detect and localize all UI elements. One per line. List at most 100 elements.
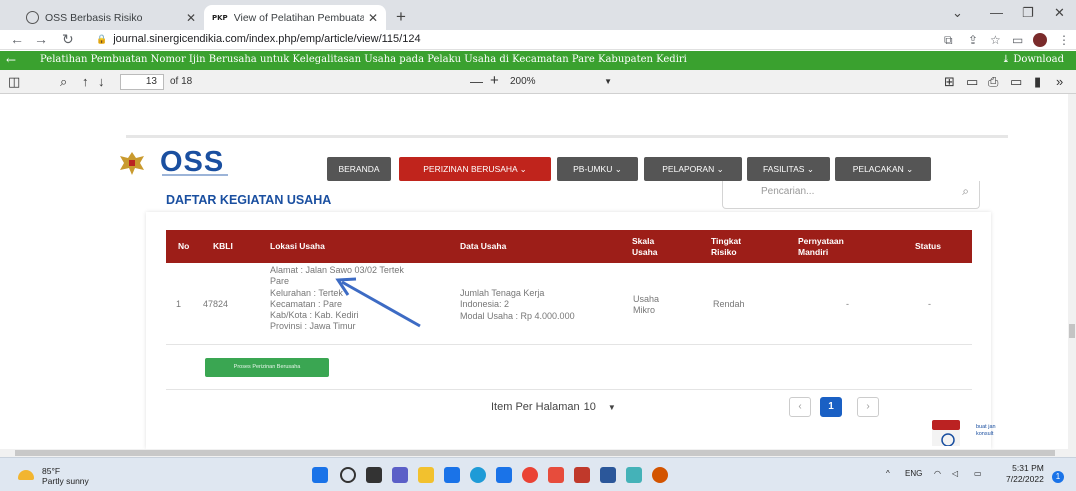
window-close-icon[interactable]: ✕ <box>1054 5 1065 21</box>
volume-icon[interactable]: ◁ <box>952 469 958 478</box>
col-skala-usaha: Skala Usaha <box>632 235 658 257</box>
chat-line: buat jan <box>976 424 996 430</box>
prev-page-button[interactable]: ‹ <box>789 397 811 417</box>
partly-sunny-icon <box>18 470 34 480</box>
vertical-scrollbar[interactable] <box>1068 94 1076 449</box>
horizontal-scrollbar[interactable] <box>0 449 1076 457</box>
nav-beranda[interactable]: BERANDA <box>327 157 391 181</box>
weather-widget[interactable]: 85°F Partly sunny <box>18 466 89 486</box>
restore-icon[interactable]: ❐ <box>1022 5 1034 21</box>
table-row: 1 47824 Alamat : Jalan Sawo 03/02 Tertek… <box>166 263 972 345</box>
search-input[interactable]: Pencarian... ⌕ <box>722 181 980 209</box>
back-arrow-icon[interactable]: ← <box>6 53 16 67</box>
wifi-icon[interactable]: ◠ <box>934 469 941 478</box>
chevron-down-icon: ⌄ <box>716 164 724 174</box>
nav-label: BERANDA <box>338 164 380 174</box>
temperature: 85°F <box>42 466 61 476</box>
mail-icon[interactable] <box>444 467 460 483</box>
store-icon[interactable] <box>496 467 512 483</box>
edge-icon[interactable] <box>470 467 486 483</box>
zoom-in-icon[interactable]: + <box>490 72 499 89</box>
avatar[interactable] <box>1033 33 1047 47</box>
zoom-select[interactable]: 200% ▼ <box>510 74 620 90</box>
word-icon[interactable] <box>600 467 616 483</box>
language-indicator[interactable]: ENG <box>905 469 922 478</box>
chevron-down-icon[interactable]: ⌄ <box>952 5 963 21</box>
search-icon[interactable] <box>340 467 356 483</box>
presentation-icon[interactable]: ⊞ <box>944 74 955 90</box>
minimize-icon[interactable]: — <box>990 5 1003 20</box>
save-icon[interactable]: ▭ <box>1010 74 1022 90</box>
download-link[interactable]: ⤓ Download <box>1002 54 1064 65</box>
office-icon[interactable] <box>548 467 564 483</box>
chat-widget-label[interactable]: buat jan konsult <box>976 424 996 438</box>
zoom-out-icon[interactable]: — <box>470 74 483 89</box>
bookmark-icon[interactable]: ▮ <box>1034 74 1041 90</box>
scroll-thumb[interactable] <box>1069 324 1075 338</box>
chat-line: konsult <box>976 431 994 437</box>
translate-icon[interactable]: ⧉ <box>944 33 953 48</box>
more-tools-icon[interactable]: » <box>1056 74 1063 89</box>
open-file-icon[interactable]: ▭ <box>966 74 978 90</box>
page-number-input[interactable]: 13 <box>120 74 164 90</box>
chrome-icon[interactable] <box>522 467 538 483</box>
forward-icon[interactable]: → <box>34 31 48 47</box>
windows-start-icon[interactable] <box>312 467 328 483</box>
proses-perizinan-button[interactable]: Proses Perizinan Berusaha <box>205 358 329 377</box>
per-page-value: 10 <box>583 401 596 413</box>
search-icon: ⌕ <box>962 184 969 198</box>
caret-down-icon: ▼ <box>607 403 616 412</box>
nav-pelacakan[interactable]: PELACAKAN ⌄ <box>835 157 931 181</box>
chevron-down-icon: ⌄ <box>519 164 527 174</box>
reload-icon[interactable]: ↻ <box>62 31 74 48</box>
chevron-up-icon[interactable]: ^ <box>886 469 890 478</box>
sidebar-toggle-icon[interactable]: ◫ <box>8 74 20 90</box>
col-pernyataan-mandiri: Pernyataan Mandiri <box>798 235 844 257</box>
cell-data-usaha: Jumlah Tenaga Kerja Indonesia: 2 Modal U… <box>460 288 575 322</box>
file-explorer-icon[interactable] <box>418 467 434 483</box>
chat-app-icon[interactable] <box>392 467 408 483</box>
notification-badge[interactable]: 1 <box>1052 471 1064 483</box>
tab-oss[interactable]: OSS Berbasis Risiko ✕ <box>18 5 204 30</box>
new-tab-icon[interactable]: + <box>396 7 406 27</box>
star-icon[interactable]: ☆ <box>990 33 1001 47</box>
tab-label: OSS Berbasis Risiko <box>45 11 143 24</box>
nav-perizinan-berusaha[interactable]: PERIZINAN BERUSAHA ⌄ <box>399 157 551 181</box>
powerpoint-icon[interactable] <box>652 467 668 483</box>
sidepanel-icon[interactable]: ▭ <box>1012 33 1023 47</box>
back-icon[interactable]: ← <box>10 31 24 47</box>
task-view-icon[interactable] <box>366 467 382 483</box>
search-icon[interactable]: ⌕ <box>60 74 67 90</box>
scroll-thumb[interactable] <box>15 450 1055 456</box>
tab-article[interactable]: PKP View of Pelatihan Pembuatan No ✕ <box>204 5 386 30</box>
url-field[interactable]: 🔒 journal.sinergicendikia.com/index.php/e… <box>96 33 421 45</box>
col-status: Status <box>915 241 941 251</box>
items-per-page[interactable]: Item Per Halaman 10 ▼ <box>491 401 616 413</box>
col-data-usaha: Data Usaha <box>460 241 507 251</box>
browser-tab-strip: OSS Berbasis Risiko ✕ PKP View of Pelati… <box>0 0 1076 30</box>
lock-icon: 🔒 <box>96 34 108 44</box>
page-1-button[interactable]: 1 <box>820 397 842 417</box>
photos-icon[interactable] <box>574 467 590 483</box>
arrow-up-icon[interactable]: ↑ <box>82 74 89 89</box>
app-icon[interactable] <box>626 467 642 483</box>
nav-pelaporan[interactable]: PELAPORAN ⌄ <box>644 157 742 181</box>
chevron-down-icon: ⌄ <box>614 164 622 174</box>
share-icon[interactable]: ⇪ <box>968 33 978 47</box>
data-usaha-line: Jumlah Tenaga Kerja <box>460 288 545 298</box>
clock[interactable]: 5:31 PM 7/22/2022 <box>1006 463 1044 485</box>
arrow-down-icon[interactable]: ↓ <box>98 74 105 89</box>
kebab-menu-icon[interactable]: ⋮ <box>1058 33 1070 47</box>
close-icon[interactable]: ✕ <box>368 11 378 25</box>
chat-widget-icon[interactable] <box>930 416 966 446</box>
print-icon[interactable]: ⎙ <box>988 74 998 90</box>
next-page-button[interactable]: › <box>857 397 879 417</box>
page-title: DAFTAR KEGIATAN USAHA <box>166 193 332 207</box>
nav-label: PELACAKAN <box>852 164 904 174</box>
nav-fasilitas[interactable]: FASILITAS ⌄ <box>747 157 830 181</box>
battery-icon[interactable]: ▭ <box>974 469 982 478</box>
chevron-down-icon: ⌄ <box>906 164 914 174</box>
nav-pb-umku[interactable]: PB-UMKU ⌄ <box>557 157 638 181</box>
close-icon[interactable]: ✕ <box>186 11 196 25</box>
chevron-down-icon: ⌄ <box>806 164 814 174</box>
